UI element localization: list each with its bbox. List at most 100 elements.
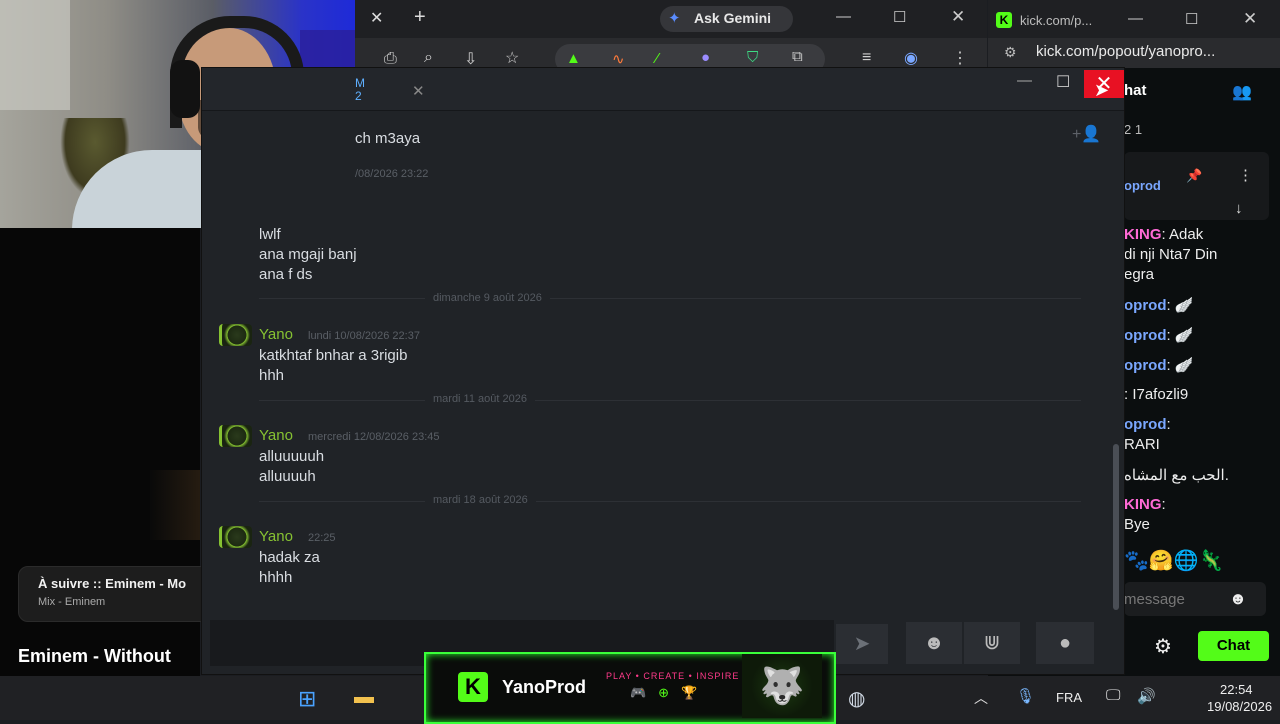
kick-chat-username[interactable]: oprod xyxy=(1124,357,1167,374)
sender-name[interactable]: Yano xyxy=(259,326,293,343)
kick-pinned-name: oprod xyxy=(1124,178,1161,193)
kick-chat-button[interactable]: Chat xyxy=(1198,631,1269,661)
extension-shield-icon[interactable]: ⛉ xyxy=(747,49,758,66)
sender-name[interactable]: Yano xyxy=(259,427,293,444)
message-line: ana mgaji banj xyxy=(259,246,357,263)
extension-wave-icon[interactable]: ∿ xyxy=(612,50,625,68)
maximize-button[interactable]: ☐ xyxy=(893,8,906,26)
site-settings-icon[interactable]: ⚙ xyxy=(1004,44,1017,61)
kick-viewer-count: 2 1 xyxy=(1124,122,1143,137)
windows-start-icon[interactable]: ⊞ xyxy=(298,686,316,712)
message-timestamp: mercredi 12/08/2026 23:45 xyxy=(308,431,440,443)
kick-close-button[interactable]: ✕ xyxy=(1243,9,1257,29)
kick-chat-message: egra xyxy=(1124,266,1154,283)
kick-chat-username[interactable]: oprod xyxy=(1124,416,1167,433)
day-label: mardi 18 août 2026 xyxy=(425,494,536,506)
browser-menu-icon[interactable]: ⋮ xyxy=(952,48,968,68)
kick-url[interactable]: kick.com/popout/yanopro... xyxy=(1036,43,1215,60)
gear-icon[interactable]: ⚙ xyxy=(1154,634,1172,659)
emoji-button[interactable]: ☻ xyxy=(906,622,962,664)
message-timestamp: 22:25 xyxy=(308,532,336,544)
gemini-icon: ✦ xyxy=(668,10,681,27)
kick-chat-username[interactable]: oprod xyxy=(1124,297,1167,314)
user-avatar[interactable] xyxy=(219,526,252,548)
steam-icon[interactable]: ◍ xyxy=(848,686,865,711)
new-tab-button[interactable]: + xyxy=(414,6,434,28)
kick-chat-message: oprod: xyxy=(1124,416,1171,433)
day-divider xyxy=(259,501,1081,502)
network-icon[interactable]: 🖵 xyxy=(1106,687,1120,704)
translate-icon[interactable]: ⎙ xyxy=(384,50,397,68)
kick-chat-username[interactable]: KING xyxy=(1124,226,1162,243)
day-label: dimanche 9 août 2026 xyxy=(425,292,550,304)
install-icon[interactable]: ⇩ xyxy=(464,49,477,69)
arrow-down-icon[interactable]: ↓ xyxy=(1235,200,1243,217)
message-line: ana f ds xyxy=(259,266,313,283)
webcam-window-light xyxy=(0,0,70,110)
extension-ghost-icon[interactable]: ● xyxy=(701,49,710,66)
file-explorer-icon[interactable]: ▬ xyxy=(354,686,374,709)
voice-button[interactable]: ● xyxy=(1036,622,1094,664)
kick-emote-row: 🐾🤗🌐🦎 xyxy=(1124,550,1224,572)
extension-chart-icon[interactable]: ▲ xyxy=(566,50,581,67)
send-button[interactable]: ➤ xyxy=(836,624,888,664)
kick-chat-username[interactable]: KING xyxy=(1124,496,1162,513)
add-user-icon[interactable]: +👤 xyxy=(1072,124,1101,144)
clock-time[interactable]: 22:54 xyxy=(1220,682,1253,697)
kick-chat-text: : 🪽 xyxy=(1166,297,1194,314)
message-line: alluuuuuh xyxy=(259,448,325,465)
bookmark-star-icon[interactable]: ☆ xyxy=(505,48,519,68)
kick-chat-message: KING: Adak xyxy=(1124,226,1203,243)
chat-maximize-button[interactable]: ☐ xyxy=(1056,72,1070,92)
volume-icon[interactable]: 🔊 xyxy=(1137,687,1156,705)
clock-date[interactable]: 19/08/2026 xyxy=(1207,699,1272,714)
up-next-title[interactable]: À suivre :: Eminem - Mo xyxy=(38,576,186,591)
up-next-subtitle: Mix - Eminem xyxy=(38,596,106,608)
kick-chat-text: di nji Nta7 Din xyxy=(1124,246,1218,263)
chat-minimize-button[interactable]: — xyxy=(1017,72,1032,89)
kick-chat-text: Bye xyxy=(1124,516,1150,533)
kick-logo-icon: K xyxy=(458,672,488,702)
users-icon[interactable]: 👥 xyxy=(1232,82,1252,102)
pin-icon[interactable]: 📌 xyxy=(1186,168,1202,184)
emoji-icon[interactable]: ☻ xyxy=(1229,589,1247,609)
user-avatar[interactable] xyxy=(219,324,252,346)
kick-chat-message: oprod: 🪽 xyxy=(1124,326,1194,344)
sender-name[interactable]: Yano xyxy=(259,528,293,545)
chat-tab-close-icon[interactable]: ✕ xyxy=(412,82,425,100)
chevron-up-icon[interactable]: ︿ xyxy=(974,688,988,708)
kick-minimize-button[interactable]: — xyxy=(1128,10,1143,27)
kick-tab-title: kick.com/p... xyxy=(1020,13,1093,28)
profile-avatar[interactable]: ◉ xyxy=(904,48,918,68)
kick-chat-text: : Adak xyxy=(1161,226,1204,243)
media-control-icon[interactable]: ≡ xyxy=(862,49,871,67)
kick-chat-message: KING: xyxy=(1124,496,1166,513)
kick-chat-text: الحب مع المشاه. xyxy=(1124,467,1229,484)
message-line: hhh xyxy=(259,367,285,384)
microphone-icon[interactable]: 🎙 xyxy=(1016,687,1035,705)
kick-chat-text: : xyxy=(1161,496,1166,513)
kick-chat-text: : 🪽 xyxy=(1166,357,1194,374)
kick-maximize-button[interactable]: ☐ xyxy=(1185,10,1198,28)
close-button[interactable]: ✕ xyxy=(951,7,965,27)
chat-window xyxy=(202,68,1124,674)
more-options-icon[interactable]: ⋮ xyxy=(1238,166,1253,184)
minimize-button[interactable]: — xyxy=(836,8,851,25)
chat-tab-title[interactable]: M 2 xyxy=(355,77,365,103)
message-line: alluuuuh xyxy=(259,468,316,485)
chat-titlebar xyxy=(202,68,1124,111)
extension-slash-icon[interactable]: ⁄ xyxy=(656,50,659,67)
attach-button[interactable]: ⋓ xyxy=(964,622,1020,664)
ask-gemini-label: Ask Gemini xyxy=(694,10,772,26)
kick-chat-text: egra xyxy=(1124,266,1155,283)
extensions-puzzle-icon[interactable]: ⧉ xyxy=(792,48,803,65)
language-indicator[interactable]: FRA xyxy=(1056,690,1082,705)
message-line: lwlf xyxy=(259,226,281,243)
tab-close-icon[interactable]: ✕ xyxy=(370,8,388,28)
kick-chat-username[interactable]: oprod xyxy=(1124,327,1167,344)
zoom-icon[interactable]: ⌕ xyxy=(424,49,433,67)
chat-scrollbar[interactable] xyxy=(1113,444,1119,610)
user-avatar[interactable] xyxy=(219,425,252,447)
video-title: Eminem - Without xyxy=(18,646,171,666)
up-next-card[interactable] xyxy=(18,566,220,622)
